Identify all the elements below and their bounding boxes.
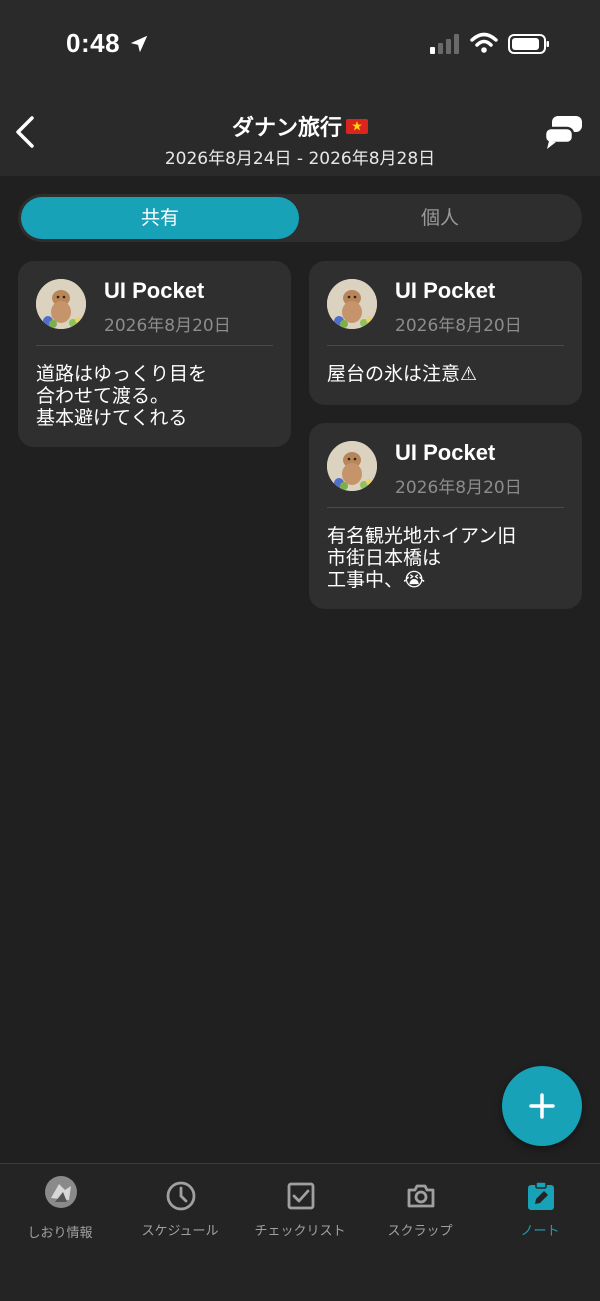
author-avatar: [36, 279, 86, 329]
tab-label: しおり情報: [27, 1226, 93, 1241]
chat-bubbles-icon[interactable]: [542, 114, 584, 152]
signal-icon: [430, 34, 459, 54]
tab-checklist[interactable]: チェックリスト: [240, 1164, 360, 1254]
card-divider: [327, 345, 564, 346]
tab-label: ノート: [520, 1224, 560, 1239]
note-date: 2026年8月20日: [395, 316, 522, 336]
author-name: UI Pocket: [395, 440, 496, 465]
author-avatar: [327, 441, 377, 491]
status-time: 0:48: [66, 28, 121, 58]
author-name: UI Pocket: [395, 278, 496, 303]
tab-label: スクラップ: [387, 1224, 453, 1239]
note-card[interactable]: UI Pocket 2026年8月20日 屋台の氷は注意⚠: [309, 261, 582, 405]
note-scope-segment: 共有 個人: [18, 194, 582, 242]
note-card[interactable]: UI Pocket 2026年8月20日 有名観光地ホイアン旧 市街日本橋は 工…: [309, 423, 582, 609]
camera-icon: [407, 1184, 435, 1208]
card-divider: [36, 345, 273, 346]
tab-note[interactable]: ノート: [480, 1164, 600, 1254]
note-date: 2026年8月20日: [395, 478, 522, 498]
note-text: 道路はゆっくり目を 合わせて渡る。 基本避けてくれる: [36, 363, 208, 429]
segment-personal[interactable]: 個人: [301, 197, 579, 239]
battery-icon: [508, 34, 549, 54]
note-card[interactable]: UI Pocket 2026年8月20日 道路はゆっくり目を 合わせて渡る。 基…: [18, 261, 291, 447]
note-date: 2026年8月20日: [104, 316, 231, 336]
trip-date-range: 2026年8月24日 - 2026年8月28日: [164, 149, 436, 169]
note-text: 有名観光地ホイアン旧 市街日本橋は 工事中、😭: [327, 525, 517, 591]
tab-label: スケジュール: [141, 1224, 219, 1239]
page-title: ダナン旅行: [0, 110, 600, 142]
add-note-button[interactable]: [502, 1066, 582, 1146]
plus-icon: [529, 1093, 555, 1119]
trip-title: ダナン旅行: [231, 116, 342, 141]
wifi-icon: [470, 32, 498, 53]
note-text: 屋台の氷は注意⚠: [327, 363, 478, 385]
clock-icon: [166, 1181, 196, 1211]
status-bar: 0:48: [0, 0, 600, 96]
tab-label: チェックリスト: [254, 1224, 346, 1239]
author-avatar: [327, 279, 377, 329]
nav-bar: ダナン旅行 2026年8月24日 - 2026年8月28日: [0, 96, 600, 176]
segment-shared[interactable]: 共有: [21, 197, 299, 239]
author-name: UI Pocket: [104, 278, 205, 303]
tab-bar: しおり情報 スケジュール チェックリスト スクラップ ノート: [0, 1163, 600, 1301]
card-divider: [327, 507, 564, 508]
tab-itinerary-info[interactable]: しおり情報: [0, 1164, 120, 1254]
tab-schedule[interactable]: スケジュール: [120, 1164, 240, 1254]
tab-scrap[interactable]: スクラップ: [360, 1164, 480, 1254]
note-edit-icon: [528, 1181, 554, 1210]
location-arrow-icon: [130, 35, 148, 53]
avatar-icon: [45, 1176, 77, 1208]
checkbox-icon: [287, 1182, 315, 1210]
vietnam-flag-icon: [346, 119, 368, 134]
